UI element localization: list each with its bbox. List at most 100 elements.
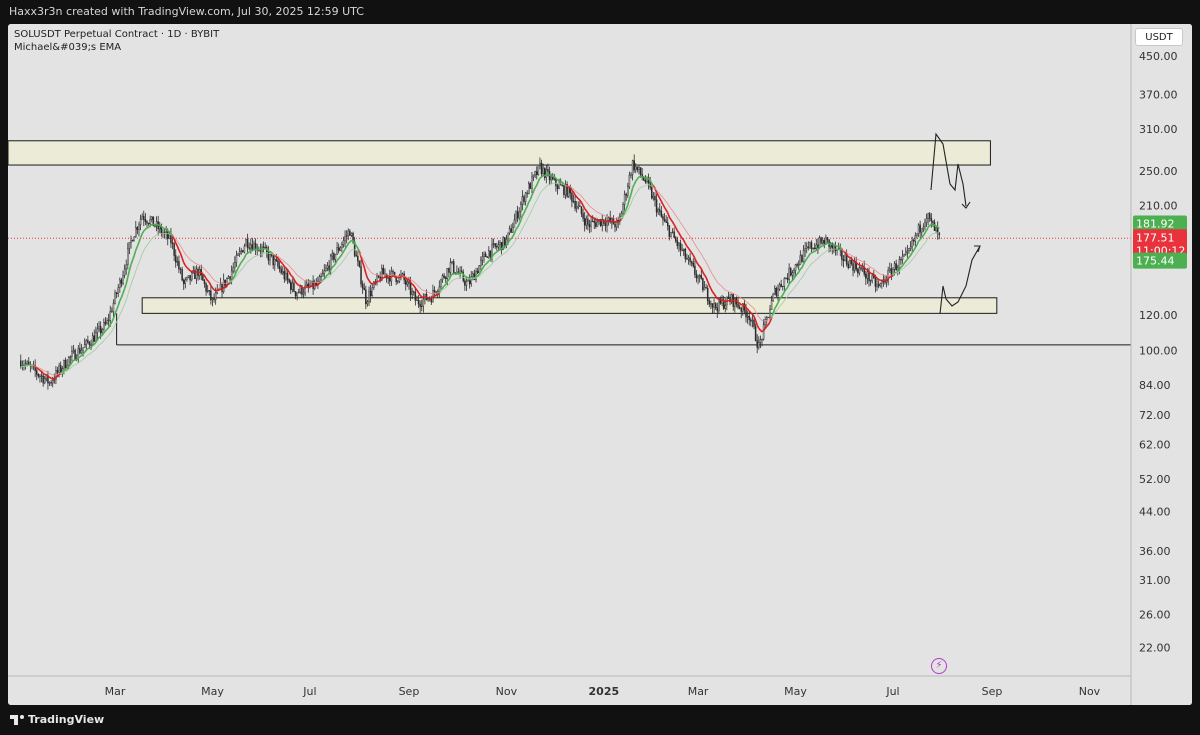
candle-body (227, 276, 230, 279)
ema-fast-segment (646, 177, 649, 180)
candle-body (756, 340, 758, 348)
candle-body (657, 209, 659, 213)
candle-body (777, 288, 779, 296)
candle-body (371, 287, 373, 296)
x-tick-label: Sep (399, 685, 420, 698)
candle-body (369, 290, 372, 296)
y-tick-label: 72.00 (1139, 409, 1171, 422)
candle-body (935, 227, 937, 231)
ema-fast-segment (47, 375, 50, 378)
candle-body (480, 259, 482, 266)
ema-fast-segment (737, 301, 741, 304)
candle-body (582, 213, 584, 219)
ema-fast-segment (251, 248, 255, 252)
ema-fast-segment (788, 281, 792, 285)
ema-slow-segment (388, 274, 390, 276)
ema-fast-segment (838, 245, 841, 249)
tradingview-logo-icon (10, 714, 24, 725)
zone-rect-1[interactable] (141, 297, 998, 314)
candle-body (136, 227, 139, 230)
candle-body (491, 244, 493, 257)
ema-fast-segment (197, 271, 200, 274)
y-tick-label: 120.00 (1139, 309, 1178, 322)
attribution-bar: Haxx3r3n created with TradingView.com, J… (0, 0, 1200, 24)
candle-body (727, 296, 730, 299)
zone-rect-0[interactable] (8, 140, 991, 166)
candle-body (366, 301, 369, 305)
candle-body (85, 339, 88, 345)
candle-body (801, 255, 803, 262)
candle-body (130, 240, 132, 243)
ema-slow-segment (600, 213, 603, 215)
ema-fast-segment (400, 275, 403, 278)
candle-body (710, 303, 712, 305)
candle-body (67, 356, 70, 366)
candle-body (769, 309, 771, 318)
ema-fast-segment (612, 220, 616, 224)
candle-body (497, 244, 500, 248)
symbol-title[interactable]: SOLUSDT Perpetual Contract · 1D · BYBIT (14, 28, 219, 41)
ema-fast-segment (859, 264, 862, 267)
ema-fast-segment (937, 226, 940, 230)
candle-body (277, 260, 279, 267)
candle-body (697, 276, 699, 279)
tradingview-brand[interactable]: TradingView (10, 713, 104, 726)
ema-fast-segment (493, 252, 496, 256)
y-tick-label: 52.00 (1139, 473, 1171, 486)
candle-body (579, 205, 581, 207)
ema-fast-segment (167, 230, 170, 233)
candle-body (550, 176, 552, 181)
candle-body (358, 260, 361, 267)
chart-frame[interactable]: 450.00 370.00 310.00 250.00 210.00 120.00 100.… (8, 24, 1192, 705)
candle-body (542, 167, 544, 174)
ema-fast-segment (443, 284, 447, 287)
candle-body (583, 218, 586, 226)
candle-body (711, 303, 714, 308)
candle-body (534, 171, 536, 176)
candle-body (842, 259, 845, 262)
flash-icon[interactable]: ⚡ (931, 658, 947, 674)
ema-fast-segment (331, 265, 335, 268)
candle-body (917, 224, 920, 234)
candle-body (420, 305, 423, 307)
candle-body (865, 273, 867, 279)
candle-body (932, 220, 934, 223)
ema-slow-segment (427, 291, 430, 294)
chart-legend: SOLUSDT Perpetual Contract · 1D · BYBIT … (14, 28, 219, 54)
candle-body (365, 289, 367, 305)
candle-body (283, 271, 286, 280)
candle-body (807, 246, 810, 248)
candle-body (408, 281, 410, 284)
candle-body (416, 299, 418, 301)
ema-fast-segment (42, 372, 46, 376)
ema-fast-segment (590, 215, 594, 219)
candle-body (345, 235, 348, 237)
x-tick-label: Sep (982, 685, 1003, 698)
price-chart[interactable]: 450.00 370.00 310.00 250.00 210.00 120.00 100.… (8, 24, 1192, 705)
candle-body (524, 192, 527, 202)
candle-body (507, 232, 509, 240)
candle-body (181, 269, 183, 281)
indicator-title[interactable]: Michael&#039;s EMA (14, 41, 219, 54)
candle-body (98, 326, 100, 330)
candle-body (785, 278, 787, 280)
candle-body (580, 206, 583, 214)
ema-fast-segment (731, 299, 734, 302)
candle-body (122, 275, 124, 284)
candle-body (540, 162, 543, 174)
candle-body (242, 250, 244, 253)
ema-slow-segment (354, 249, 357, 251)
candle-body (117, 287, 119, 294)
candle-body (893, 263, 896, 270)
footer-bar: TradingView (0, 705, 1200, 735)
candle-body (927, 213, 929, 219)
currency-badge[interactable]: USDT (1135, 28, 1183, 46)
ema-fast-segment (63, 369, 66, 372)
candle-body (804, 248, 806, 251)
ema-fast-segment (280, 261, 284, 265)
ema-fast-segment (309, 285, 312, 288)
candle-body (547, 169, 549, 172)
candle-body (595, 222, 597, 227)
candle-body (195, 268, 198, 280)
candle-body (890, 268, 893, 276)
